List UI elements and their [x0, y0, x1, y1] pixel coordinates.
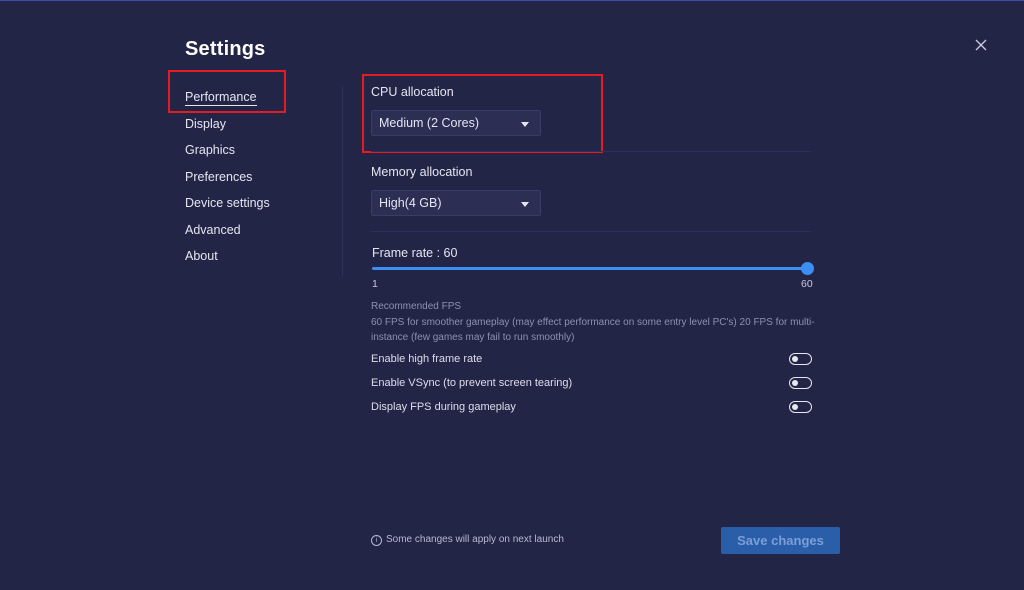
- chevron-down-icon: [521, 122, 529, 127]
- display-fps-toggle[interactable]: [789, 401, 812, 413]
- settings-sidebar: Performance Display Graphics Preferences…: [185, 88, 270, 274]
- sidebar-item-display[interactable]: Display: [185, 115, 270, 142]
- high-frame-rate-toggle[interactable]: [789, 353, 812, 365]
- cpu-allocation-select[interactable]: Medium (2 Cores): [371, 110, 541, 136]
- sidebar-item-label: Advanced: [185, 222, 241, 237]
- sidebar-item-preferences[interactable]: Preferences: [185, 168, 270, 195]
- sidebar-item-label: Display: [185, 116, 226, 131]
- display-fps-label: Display FPS during gameplay: [371, 401, 516, 413]
- frame-rate-max-label: 60: [801, 278, 813, 290]
- sidebar-item-label: Preferences: [185, 169, 253, 184]
- section-divider: [371, 231, 811, 232]
- memory-allocation-value: High(4 GB): [379, 196, 442, 210]
- sidebar-item-label: Graphics: [185, 143, 236, 157]
- cpu-allocation-value: Medium (2 Cores): [379, 116, 480, 130]
- high-frame-rate-label: Enable high frame rate: [371, 353, 483, 365]
- sidebar-item-device-settings[interactable]: Device settings: [185, 194, 270, 221]
- recommended-fps-text: 60 FPS for smoother gameplay (may effect…: [371, 317, 815, 343]
- restart-note-text: Some changes will apply on next launch: [386, 534, 564, 545]
- frame-rate-slider[interactable]: [372, 262, 814, 275]
- frame-rate-slider-thumb[interactable]: [801, 262, 814, 275]
- toggle-knob: [792, 355, 798, 362]
- sidebar-item-label: About: [185, 249, 218, 263]
- sidebar-divider: [342, 86, 343, 276]
- top-border: [0, 0, 1024, 1]
- close-icon[interactable]: [970, 34, 992, 56]
- save-changes-button[interactable]: Save changes: [721, 527, 840, 554]
- section-divider: [371, 151, 811, 152]
- sidebar-item-graphics[interactable]: Graphics: [185, 141, 270, 168]
- frame-rate-label: Frame rate : 60: [372, 246, 458, 260]
- memory-allocation-select[interactable]: High(4 GB): [371, 190, 541, 216]
- restart-note: i Some changes will apply on next launch: [371, 534, 564, 546]
- recommended-fps-title: Recommended FPS: [371, 301, 462, 312]
- sidebar-item-about[interactable]: About: [185, 247, 270, 274]
- performance-highlight-box: [168, 70, 286, 113]
- cpu-allocation-label: CPU allocation: [371, 85, 454, 99]
- toggle-knob: [792, 403, 798, 410]
- vsync-toggle[interactable]: [789, 377, 812, 389]
- page-title: Settings: [185, 38, 266, 60]
- sidebar-item-label: Device settings: [185, 196, 270, 210]
- frame-rate-min-label: 1: [372, 278, 378, 290]
- vsync-label: Enable VSync (to prevent screen tearing): [371, 377, 573, 389]
- info-icon: i: [371, 535, 382, 546]
- memory-allocation-label: Memory allocation: [371, 165, 473, 179]
- frame-rate-slider-fill: [372, 267, 808, 270]
- chevron-down-icon: [521, 202, 529, 207]
- sidebar-item-advanced[interactable]: Advanced: [185, 221, 270, 248]
- toggle-knob: [792, 379, 798, 386]
